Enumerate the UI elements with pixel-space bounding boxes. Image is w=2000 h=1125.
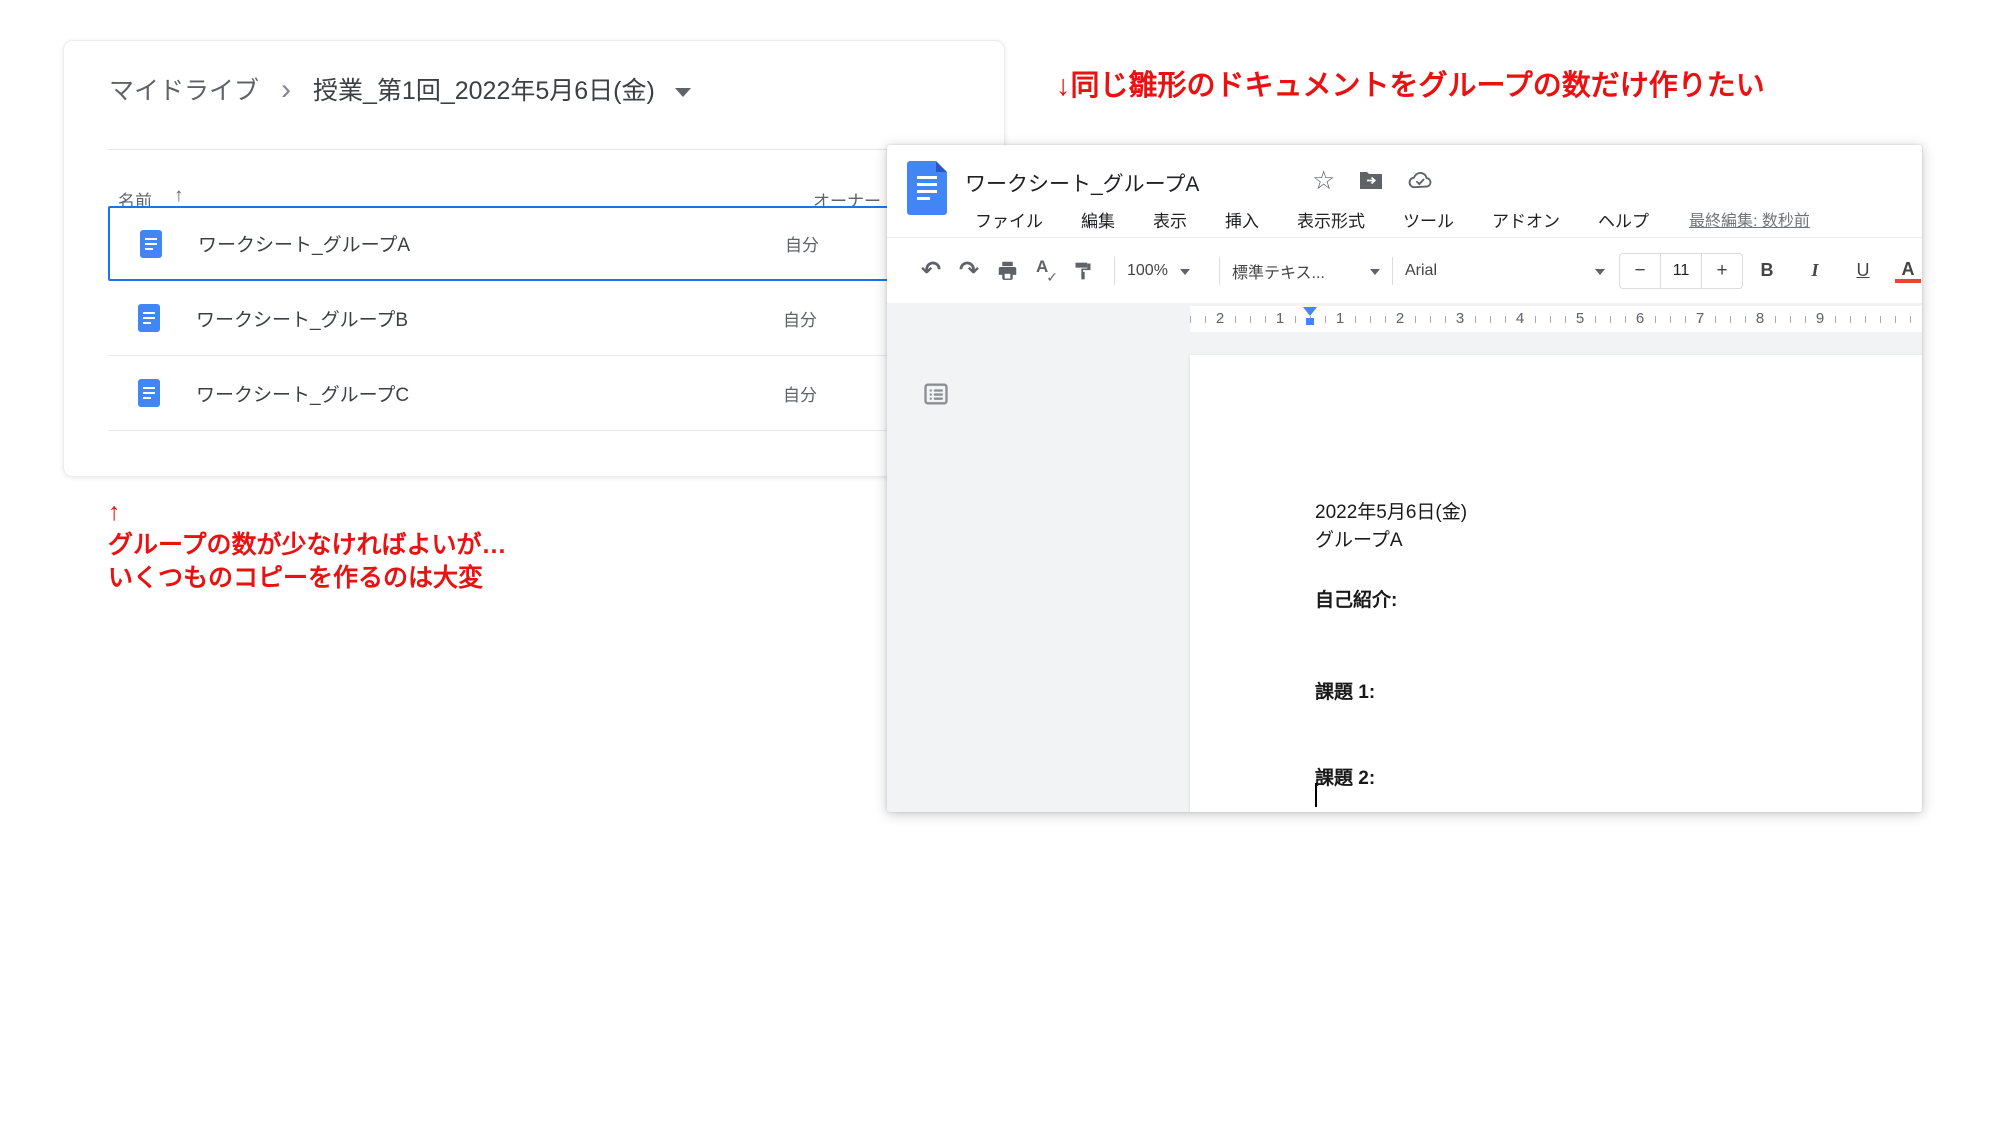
google-docs-file-icon xyxy=(138,379,160,407)
file-name: ワークシート_グループC xyxy=(196,380,409,407)
menu-item[interactable]: ツール xyxy=(1393,207,1464,232)
text-cursor xyxy=(1315,783,1317,807)
ruler-number: 2 xyxy=(1190,306,1250,332)
doc-line-section2: 課題 1: xyxy=(1315,677,1375,704)
paint-format-button[interactable] xyxy=(1064,261,1102,281)
ruler-page-band: 21 123456789 xyxy=(1190,306,1922,332)
font-size-stepper: − 11 + xyxy=(1619,253,1743,289)
screenshot-stage: ↓同じ雛形のドキュメントをグループの数だけ作りたい ↑ グループの数が少なければ… xyxy=(0,0,2000,1125)
google-docs-file-icon xyxy=(140,230,162,258)
file-list: ワークシート_グループA 自分 ワークシート_グループB 自分 ワークシート_グ… xyxy=(108,206,1004,431)
bold-button[interactable]: B xyxy=(1743,260,1791,281)
ruler-number: 2 xyxy=(1370,306,1430,332)
menu-item[interactable]: 編集 xyxy=(1071,207,1125,232)
breadcrumb-divider xyxy=(108,149,1004,150)
ruler-number: 7 xyxy=(1670,306,1730,332)
docs-icon-fold xyxy=(936,161,947,172)
toolbar: ↶ ↷ A ✓ 100% xyxy=(887,237,1922,303)
document-outline-icon[interactable] xyxy=(921,380,951,413)
annotation-left: ↑ グループの数が少なければよいが… いくつものコピーを作るのは大変 xyxy=(108,496,507,595)
menu-bar: ファイル編集表示挿入表示形式ツールアドオンヘルプ 最終編集: 数秒前 xyxy=(965,201,1810,237)
breadcrumb-current-folder[interactable]: 授業_第1回_2022年5月6日(金) xyxy=(313,71,655,107)
doc-line-section3: 課題 2: xyxy=(1315,763,1375,790)
increase-font-size-button[interactable]: + xyxy=(1702,260,1742,282)
paragraph-style-select[interactable]: 標準テキス... xyxy=(1232,259,1380,283)
file-owner: 自分 xyxy=(783,381,817,406)
menu-item[interactable]: 表示 xyxy=(1143,207,1197,232)
menu-item[interactable]: ヘルプ xyxy=(1588,207,1659,232)
toolbar-divider xyxy=(1219,257,1220,285)
italic-button[interactable]: I xyxy=(1791,260,1839,281)
annotation-left-line1: グループの数が少なければよいが… xyxy=(108,529,507,562)
spellcheck-button[interactable]: A ✓ xyxy=(1026,259,1064,283)
breadcrumb-my-drive[interactable]: マイドライブ xyxy=(109,71,259,107)
file-name: ワークシート_グループA xyxy=(198,230,410,257)
text-color-button[interactable]: A xyxy=(1895,259,1921,283)
sort-ascending-icon[interactable]: ↑ xyxy=(174,185,184,207)
menu-item[interactable]: 挿入 xyxy=(1215,207,1269,232)
toolbar-divider xyxy=(1392,257,1393,285)
file-owner: 自分 xyxy=(785,231,819,256)
doc-line-date: 2022年5月6日(金) xyxy=(1315,497,1467,524)
chevron-down-icon xyxy=(1595,269,1605,275)
cloud-saved-icon[interactable] xyxy=(1407,169,1434,191)
ruler-number: 8 xyxy=(1730,306,1790,332)
file-row[interactable]: ワークシート_グループB 自分 xyxy=(108,281,1004,356)
underline-button[interactable]: U xyxy=(1839,260,1887,281)
ruler-number: 1 xyxy=(1310,306,1370,332)
ruler-number: 1 xyxy=(1250,306,1310,332)
title-action-icons: ☆ xyxy=(1312,167,1434,193)
move-to-folder-icon[interactable] xyxy=(1359,170,1383,190)
chevron-down-icon xyxy=(1370,269,1380,275)
star-icon[interactable]: ☆ xyxy=(1312,167,1335,193)
undo-button[interactable]: ↶ xyxy=(912,259,950,283)
annotation-up-arrow: ↑ xyxy=(108,496,507,529)
toolbar-divider xyxy=(1114,257,1115,285)
chevron-down-icon xyxy=(1180,269,1190,275)
doc-line-group: グループA xyxy=(1315,525,1403,552)
ruler-number: 4 xyxy=(1490,306,1550,332)
doc-line-section1: 自己紹介: xyxy=(1315,585,1397,612)
last-edit-link[interactable]: 最終編集: 数秒前 xyxy=(1689,207,1810,231)
file-row[interactable]: ワークシート_グループA 自分 xyxy=(108,206,1004,281)
menu-item[interactable]: ファイル xyxy=(965,207,1053,232)
print-button[interactable] xyxy=(988,260,1026,281)
annotation-top: ↓同じ雛形のドキュメントをグループの数だけ作りたい xyxy=(1056,62,1765,104)
ruler-number: 5 xyxy=(1550,306,1610,332)
document-page[interactable]: 2022年5月6日(金) グループA 自己紹介: 課題 1: 課題 2: xyxy=(1190,355,1922,812)
zoom-select[interactable]: 100% xyxy=(1127,262,1207,280)
font-select[interactable]: Arial xyxy=(1405,262,1605,280)
file-owner: 自分 xyxy=(783,306,817,331)
document-title[interactable]: ワークシート_グループA xyxy=(965,168,1199,198)
annotation-left-line2: いくつものコピーを作るのは大変 xyxy=(108,562,507,595)
file-row[interactable]: ワークシート_グループC 自分 xyxy=(108,356,1004,431)
redo-button[interactable]: ↷ xyxy=(950,259,988,283)
folder-dropdown-icon[interactable] xyxy=(675,88,691,97)
menu-item[interactable]: アドオン xyxy=(1482,207,1570,232)
ruler-number: 6 xyxy=(1610,306,1670,332)
drive-panel: マイドライブ › 授業_第1回_2022年5月6日(金) 名前 ↑ オーナー ワ… xyxy=(63,40,1005,477)
breadcrumb: マイドライブ › 授業_第1回_2022年5月6日(金) xyxy=(109,71,691,107)
ruler: 21 123456789 xyxy=(887,303,1922,335)
google-docs-file-icon xyxy=(138,304,160,332)
ruler-number: 9 xyxy=(1790,306,1850,332)
google-docs-app-icon[interactable] xyxy=(907,161,947,215)
decrease-font-size-button[interactable]: − xyxy=(1620,260,1660,282)
ruler-number: 3 xyxy=(1430,306,1490,332)
font-size-value[interactable]: 11 xyxy=(1660,254,1702,288)
breadcrumb-chevron-icon: › xyxy=(281,77,291,102)
file-name: ワークシート_グループB xyxy=(196,305,408,332)
document-canvas: 2022年5月6日(金) グループA 自己紹介: 課題 1: 課題 2: xyxy=(887,335,1922,812)
menu-item[interactable]: 表示形式 xyxy=(1287,207,1375,232)
docs-window: ワークシート_グループA ☆ ファイル編集表示挿入表示形式ツールアドオンヘルプ … xyxy=(887,145,1922,812)
indent-marker[interactable] xyxy=(1303,307,1317,331)
